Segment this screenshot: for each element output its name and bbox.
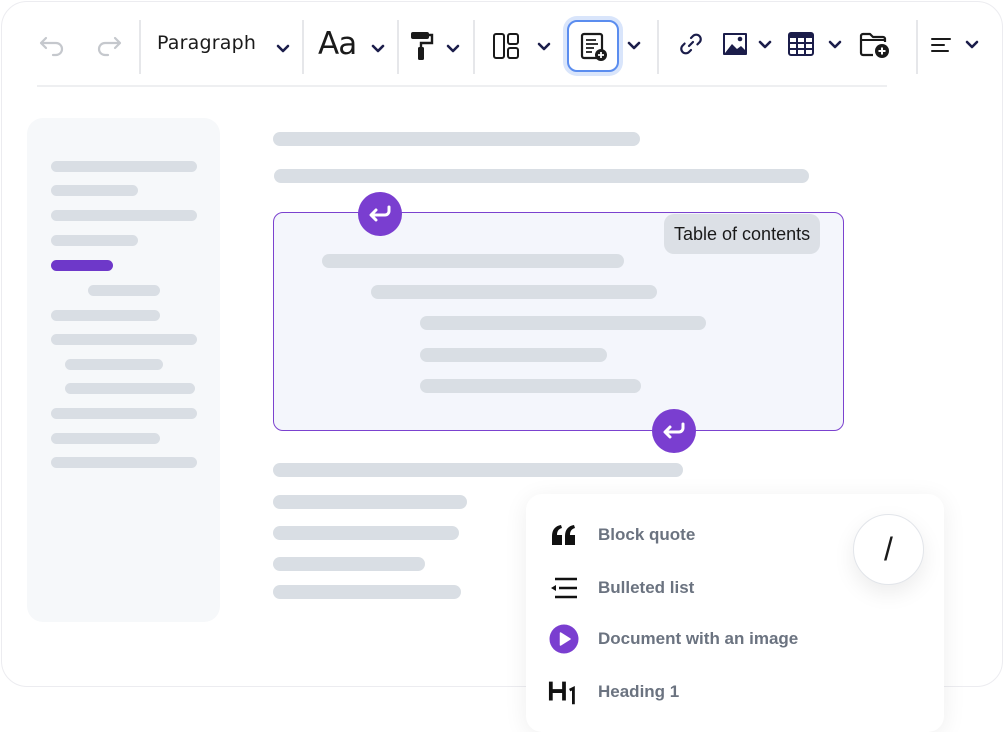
heading-1-icon: [548, 676, 580, 708]
align-dropdown[interactable]: [926, 28, 984, 62]
insert-line-above-button[interactable]: [358, 192, 402, 236]
chevron-down-icon: [446, 44, 460, 53]
menu-item-block-quote[interactable]: Block quote: [526, 513, 826, 557]
link-icon: [680, 33, 702, 55]
text-line-placeholder: [273, 557, 425, 571]
toolbar-divider: [473, 20, 475, 74]
document-add-icon: [580, 32, 607, 61]
text-line-placeholder: [273, 132, 640, 146]
outline-item[interactable]: [51, 408, 197, 419]
outline-item[interactable]: [51, 210, 197, 221]
toolbar-divider-line: [37, 85, 887, 87]
outline-item[interactable]: [51, 310, 160, 321]
font-icon: Aa: [318, 26, 357, 62]
text-line-placeholder: [274, 169, 809, 183]
chevron-down-icon: [828, 40, 842, 49]
menu-item-document-with-image[interactable]: Document with an image: [526, 617, 826, 661]
toc-entry[interactable]: [371, 285, 657, 299]
chevron-down-icon: [537, 42, 551, 51]
menu-item-heading-1[interactable]: Heading 1: [526, 670, 826, 714]
redo-button[interactable]: [93, 32, 125, 60]
menu-item-label: Heading 1: [598, 682, 680, 701]
toc-block-label: Table of contents: [664, 214, 821, 254]
insert-toc-button[interactable]: [567, 20, 619, 72]
insert-folder-button[interactable]: [858, 28, 892, 62]
format-painter-dropdown[interactable]: [405, 24, 465, 68]
bulleted-list-icon: [548, 572, 580, 604]
chevron-down-icon: [276, 44, 290, 53]
text-line-placeholder: [273, 526, 459, 540]
outline-item[interactable]: [51, 235, 138, 246]
toc-entry[interactable]: [322, 254, 624, 268]
layout-dropdown[interactable]: [488, 24, 556, 68]
outline-item[interactable]: [51, 433, 160, 444]
redo-icon: [97, 36, 122, 57]
chevron-down-icon: [371, 44, 385, 53]
undo-button[interactable]: [36, 32, 68, 60]
chevron-down-icon[interactable]: [626, 38, 642, 54]
toc-entry[interactable]: [420, 379, 641, 393]
text-line-placeholder: [273, 495, 467, 509]
image-dropdown[interactable]: [720, 28, 776, 60]
chevron-down-icon: [758, 40, 772, 49]
outline-item[interactable]: [51, 161, 197, 172]
layout-icon: [493, 33, 519, 59]
document-outline-panel: [27, 118, 220, 622]
insert-line-below-button[interactable]: [652, 409, 696, 453]
align-left-icon: [931, 38, 951, 52]
table-dropdown[interactable]: [786, 28, 846, 60]
toc-entry[interactable]: [420, 348, 607, 362]
folder-add-icon: [859, 32, 889, 58]
outline-item[interactable]: [88, 285, 160, 296]
slash-command-key[interactable]: /: [853, 514, 924, 585]
chevron-down-icon: [965, 40, 979, 49]
toolbar-divider: [657, 20, 659, 74]
toolbar: Paragraph Aa: [0, 0, 1004, 90]
text-line-placeholder: [273, 585, 461, 599]
table-icon: [788, 32, 814, 56]
paint-roller-icon: [411, 32, 434, 60]
menu-item-label: Bulleted list: [598, 578, 695, 597]
text-line-placeholder: [273, 463, 683, 477]
outline-item[interactable]: [65, 383, 195, 394]
menu-item-label: Block quote: [598, 525, 696, 544]
outline-item-active[interactable]: [51, 260, 113, 271]
outline-item[interactable]: [51, 185, 138, 196]
outline-item[interactable]: [65, 359, 163, 370]
return-icon: [369, 205, 391, 222]
play-circle-icon: [548, 623, 580, 655]
return-icon: [663, 422, 685, 439]
outline-item[interactable]: [51, 457, 197, 468]
toolbar-divider: [916, 20, 918, 74]
toolbar-divider: [397, 20, 399, 74]
image-icon: [723, 33, 747, 55]
quote-icon: [548, 519, 580, 551]
toolbar-divider: [302, 20, 304, 74]
link-button[interactable]: [676, 28, 706, 60]
toolbar-divider: [139, 20, 141, 74]
undo-icon: [39, 36, 64, 57]
menu-item-label: Document with an image: [598, 629, 799, 648]
menu-item-bulleted-list[interactable]: Bulleted list: [526, 566, 826, 610]
block-format-label: Paragraph: [157, 32, 257, 54]
outline-item[interactable]: [51, 334, 197, 345]
toc-entry[interactable]: [420, 316, 706, 330]
